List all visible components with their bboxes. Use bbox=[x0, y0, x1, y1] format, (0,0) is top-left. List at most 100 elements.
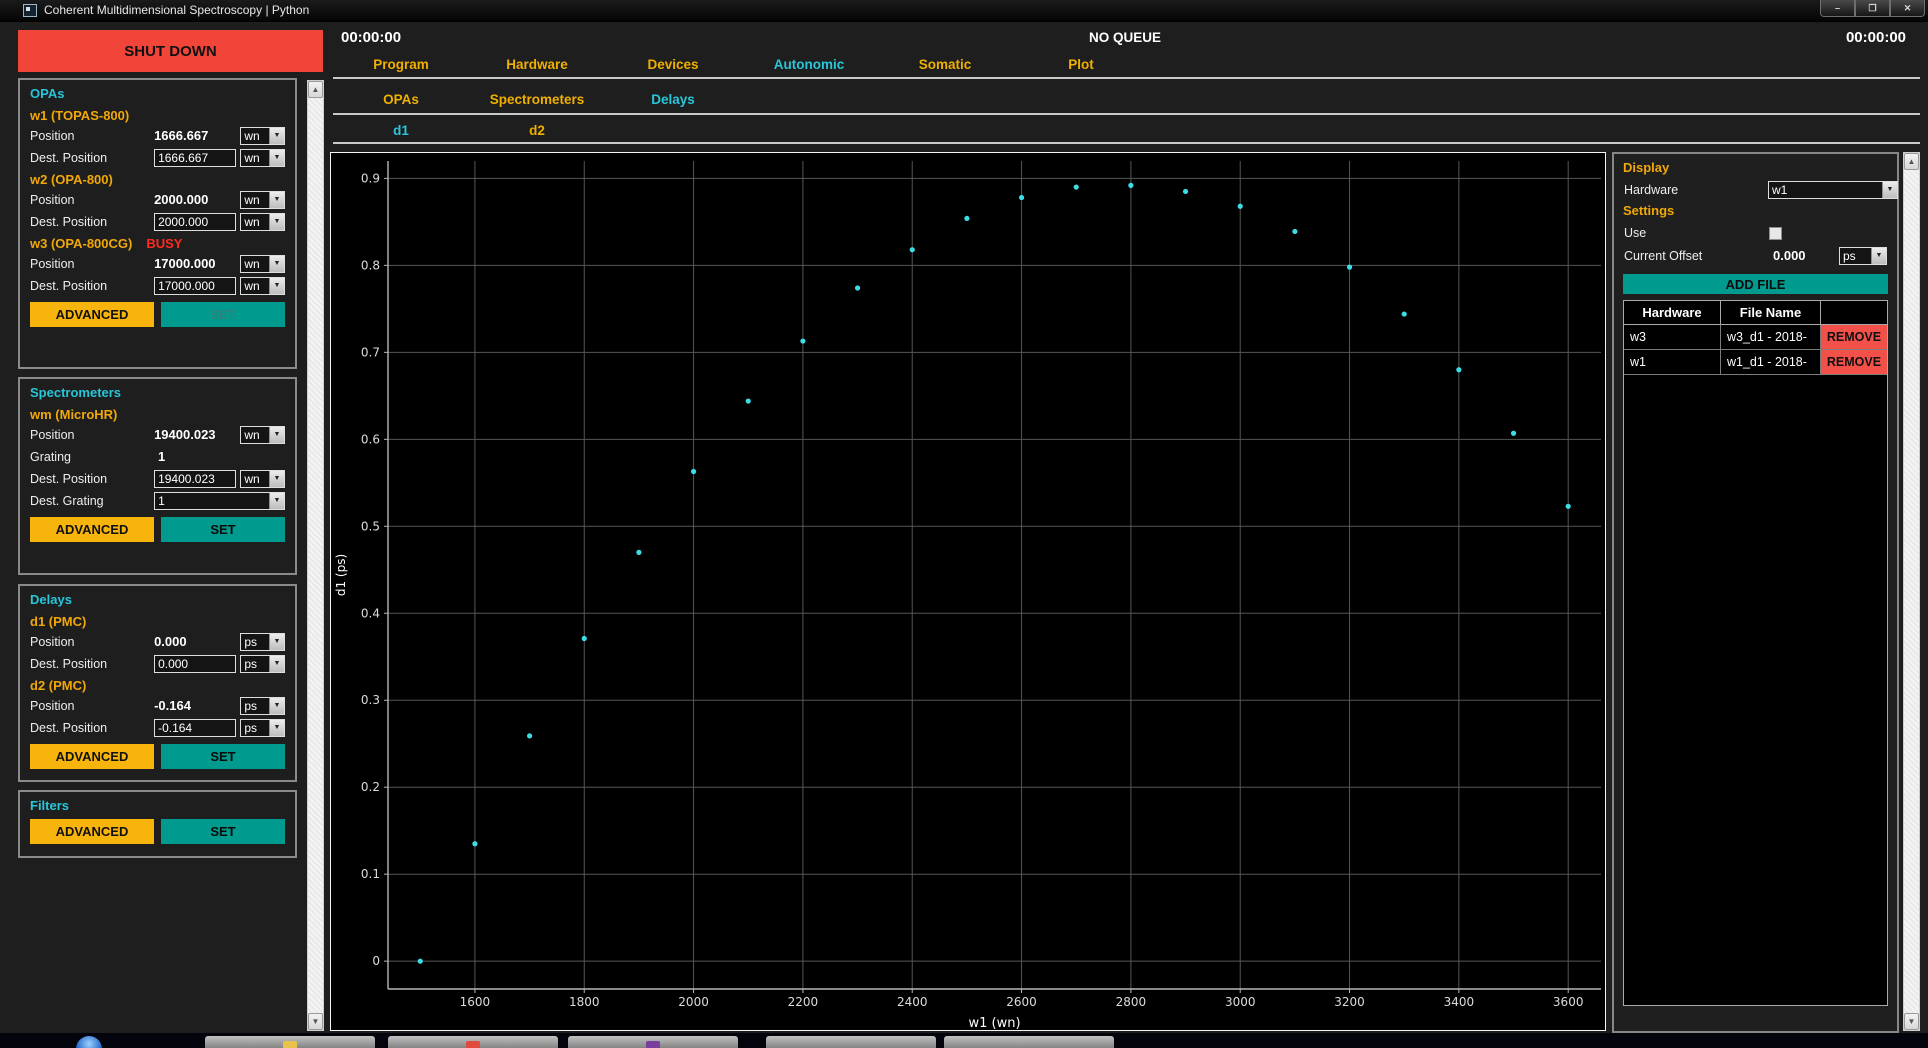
svg-text:2200: 2200 bbox=[788, 995, 819, 1009]
hardware-column-header: Hardware bbox=[1624, 301, 1721, 324]
taskbar-item[interactable] bbox=[568, 1036, 738, 1048]
w3-position-row: Position 17000.000 wn ▼ bbox=[30, 253, 285, 274]
correction-files-table: Hardware File Name w3 w3_d1 - 2018- REMO… bbox=[1623, 300, 1888, 1006]
wm-grating-row: Grating 1 bbox=[30, 446, 285, 467]
w2-dest-position-input[interactable] bbox=[154, 213, 236, 231]
d1-dest-units-dropdown[interactable]: ps ▼ bbox=[240, 655, 285, 673]
taskbar-item[interactable] bbox=[388, 1036, 558, 1048]
spectrometers-set-button[interactable]: SET bbox=[161, 517, 285, 542]
queue-status: NO QUEUE bbox=[330, 30, 1920, 45]
tab-opas[interactable]: OPAs bbox=[333, 92, 469, 107]
nav-separator bbox=[333, 113, 1920, 115]
wm-dest-position-row: Dest. Position wn ▼ bbox=[30, 468, 285, 489]
taskbar-item[interactable] bbox=[205, 1036, 375, 1048]
wm-dest-grating-dropdown[interactable]: 1 ▼ bbox=[154, 492, 285, 510]
add-file-button[interactable]: ADD FILE bbox=[1623, 274, 1888, 294]
restore-button[interactable]: ❐ bbox=[1855, 0, 1890, 17]
scroll-up-icon[interactable]: ▲ bbox=[1904, 153, 1919, 170]
tab-d2[interactable]: d2 bbox=[469, 123, 605, 138]
tab-plot[interactable]: Plot bbox=[1013, 57, 1149, 72]
start-button-icon[interactable] bbox=[76, 1036, 102, 1048]
offset-units-dropdown[interactable]: ps ▼ bbox=[1839, 247, 1887, 265]
w3-dest-units-dropdown[interactable]: wn ▼ bbox=[240, 277, 285, 295]
autonomic-settings-panel: Display Hardware w1 ▼ Settings Use Curre… bbox=[1612, 152, 1899, 1033]
nav-separator bbox=[333, 77, 1920, 79]
remove-button[interactable]: REMOVE bbox=[1821, 350, 1887, 374]
units-value: ps bbox=[241, 635, 269, 649]
taskbar-item[interactable] bbox=[766, 1036, 936, 1048]
units-value: ps bbox=[1840, 249, 1871, 263]
d2-position-value: -0.164 bbox=[154, 698, 191, 713]
w2-dest-units-dropdown[interactable]: wn ▼ bbox=[240, 213, 285, 231]
filters-title: Filters bbox=[30, 798, 285, 817]
windows-taskbar[interactable] bbox=[0, 1033, 1928, 1048]
scroll-down-icon[interactable]: ▼ bbox=[1904, 1013, 1919, 1030]
tab-devices[interactable]: Devices bbox=[605, 57, 741, 72]
chevron-down-icon: ▼ bbox=[269, 128, 284, 144]
tab-spectrometers[interactable]: Spectrometers bbox=[469, 92, 605, 107]
row-hardware: w3 bbox=[1624, 325, 1721, 349]
use-label: Use bbox=[1624, 226, 1646, 240]
opas-advanced-button[interactable]: ADVANCED bbox=[30, 302, 154, 327]
w1-dest-position-row: Dest. Position wn ▼ bbox=[30, 147, 285, 168]
wm-dest-units-dropdown[interactable]: wn ▼ bbox=[240, 470, 285, 488]
spectrometers-advanced-button[interactable]: ADVANCED bbox=[30, 517, 154, 542]
remove-button[interactable]: REMOVE bbox=[1821, 325, 1887, 349]
tab-somatic[interactable]: Somatic bbox=[877, 57, 1013, 72]
scroll-down-icon[interactable]: ▼ bbox=[308, 1013, 323, 1030]
dest-grating-value: 1 bbox=[155, 494, 269, 508]
close-button[interactable]: ✕ bbox=[1890, 0, 1925, 17]
filters-set-button[interactable]: SET bbox=[161, 819, 285, 844]
tab-autonomic[interactable]: Autonomic bbox=[741, 57, 877, 72]
opas-set-button[interactable]: SET bbox=[161, 302, 285, 327]
w3-position-units-dropdown[interactable]: wn ▼ bbox=[240, 255, 285, 273]
taskbar-item[interactable] bbox=[944, 1036, 1114, 1048]
w2-dest-position-row: Dest. Position wn ▼ bbox=[30, 211, 285, 232]
d2-dest-position-input[interactable] bbox=[154, 719, 236, 737]
d1-dest-position-input[interactable] bbox=[154, 655, 236, 673]
center-scrollbar[interactable]: ▲ ▼ bbox=[307, 80, 324, 1031]
d2-dest-units-dropdown[interactable]: ps ▼ bbox=[240, 719, 285, 737]
chevron-down-icon: ▼ bbox=[269, 720, 284, 736]
w1-dest-units-dropdown[interactable]: wn ▼ bbox=[240, 149, 285, 167]
d1-position-units-dropdown[interactable]: ps ▼ bbox=[240, 633, 285, 651]
w3-dest-position-input[interactable] bbox=[154, 277, 236, 295]
opas-panel: OPAs w1 (TOPAS-800) Position 1666.667 wn… bbox=[18, 78, 297, 369]
grating-value: 1 bbox=[158, 449, 165, 464]
wm-dest-position-input[interactable] bbox=[154, 470, 236, 488]
filters-advanced-button[interactable]: ADVANCED bbox=[30, 819, 154, 844]
dest-position-label: Dest. Position bbox=[30, 279, 154, 293]
svg-text:0.7: 0.7 bbox=[361, 345, 380, 359]
wm-position-units-dropdown[interactable]: wn ▼ bbox=[240, 426, 285, 444]
chevron-down-icon: ▼ bbox=[1882, 182, 1897, 198]
delays-set-button[interactable]: SET bbox=[161, 744, 285, 769]
d2-position-row: Position -0.164 ps ▼ bbox=[30, 695, 285, 716]
scroll-up-icon[interactable]: ▲ bbox=[308, 81, 323, 98]
table-row: w1 w1_d1 - 2018- REMOVE bbox=[1624, 350, 1887, 375]
use-checkbox[interactable] bbox=[1769, 227, 1782, 240]
svg-text:0.6: 0.6 bbox=[361, 432, 380, 446]
svg-text:1800: 1800 bbox=[569, 995, 600, 1009]
panel-scrollbar[interactable]: ▲ ▼ bbox=[1903, 152, 1920, 1031]
hardware-dropdown[interactable]: w1 ▼ bbox=[1768, 181, 1898, 199]
units-value: wn bbox=[241, 129, 269, 143]
position-label: Position bbox=[30, 193, 154, 207]
units-value: ps bbox=[241, 699, 269, 713]
w2-position-units-dropdown[interactable]: wn ▼ bbox=[240, 191, 285, 209]
spectrometers-panel: Spectrometers wm (MicroHR) Position 1940… bbox=[18, 377, 297, 575]
delays-advanced-button[interactable]: ADVANCED bbox=[30, 744, 154, 769]
minimize-button[interactable]: – bbox=[1820, 0, 1855, 17]
svg-text:3200: 3200 bbox=[1334, 995, 1365, 1009]
shutdown-button[interactable]: SHUT DOWN bbox=[18, 30, 323, 72]
tab-hardware[interactable]: Hardware bbox=[469, 57, 605, 72]
settings-heading: Settings bbox=[1623, 203, 1888, 223]
chevron-down-icon: ▼ bbox=[269, 493, 284, 509]
d2-position-units-dropdown[interactable]: ps ▼ bbox=[240, 697, 285, 715]
tab-delays[interactable]: Delays bbox=[605, 92, 741, 107]
w1-position-units-dropdown[interactable]: wn ▼ bbox=[240, 127, 285, 145]
units-value: wn bbox=[241, 257, 269, 271]
tab-program[interactable]: Program bbox=[333, 57, 469, 72]
svg-text:0.3: 0.3 bbox=[361, 693, 380, 707]
w1-dest-position-input[interactable] bbox=[154, 149, 236, 167]
tab-d1[interactable]: d1 bbox=[333, 123, 469, 138]
